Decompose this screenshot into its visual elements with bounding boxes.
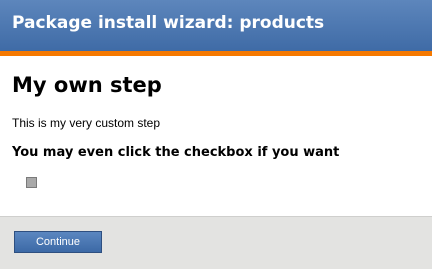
step-title: My own step xyxy=(12,73,162,97)
wizard-header: Package install wizard: products xyxy=(0,0,432,51)
custom-checkbox[interactable] xyxy=(26,177,37,188)
checkbox-label: You may even click the checkbox if you w… xyxy=(12,145,340,160)
continue-button[interactable]: Continue xyxy=(14,231,102,253)
step-content: My own step This is my very custom step … xyxy=(0,56,432,216)
wizard-title: Package install wizard: products xyxy=(12,13,325,33)
step-description: This is my very custom step xyxy=(12,116,161,130)
wizard-footer: Continue xyxy=(0,216,432,269)
